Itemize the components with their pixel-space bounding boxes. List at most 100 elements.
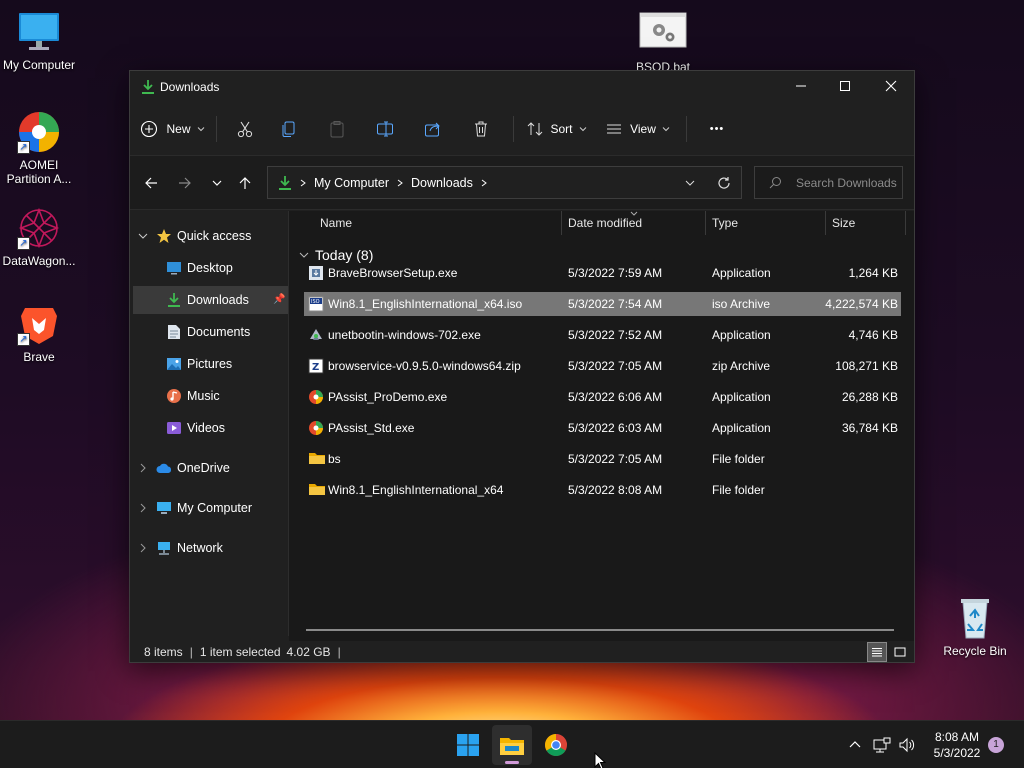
sidebar-item-my-computer[interactable]: My Computer <box>138 494 252 522</box>
desktop-icon-datawagon[interactable]: ↗ DataWagon... <box>0 206 78 268</box>
file-explorer-icon <box>500 738 524 755</box>
desktop-icon-bsod-bat[interactable]: BSOD.bat <box>624 12 702 74</box>
desktop-icon-my-computer[interactable]: My Computer <box>0 10 78 72</box>
sidebar-item-quick-access[interactable]: Quick access <box>138 222 251 250</box>
chevron-down-icon[interactable] <box>684 177 696 189</box>
taskbar-chrome[interactable] <box>536 725 576 765</box>
file-date-modified: 5/3/2022 7:05 AM <box>568 359 663 373</box>
delete-button[interactable] <box>457 112 505 146</box>
sidebar-item-label: Network <box>177 541 223 555</box>
desktop-icon-aomei[interactable]: ↗ AOMEI Partition A... <box>0 110 78 186</box>
table-row[interactable]: BraveBrowserSetup.exe 5/3/2022 7:59 AM App… <box>304 261 901 285</box>
column-header-name[interactable]: Name <box>320 211 352 235</box>
search-icon <box>769 177 781 189</box>
status-selected-count: 1 item selected <box>199 645 281 659</box>
new-button[interactable]: New <box>138 112 208 146</box>
sidebar-item-label: OneDrive <box>177 461 230 475</box>
sidebar-item-network[interactable]: Network <box>138 534 223 562</box>
maximize-button[interactable] <box>822 71 868 101</box>
table-row[interactable]: Zbrowservice-v0.9.5.0-windows64.zip 5/3/2… <box>304 354 901 378</box>
column-divider[interactable] <box>561 211 562 235</box>
table-row[interactable]: unetbootin-windows-702.exe 5/3/2022 7:52 … <box>304 323 901 347</box>
sidebar-item-pictures[interactable]: Pictures 📌 <box>166 350 318 378</box>
start-button[interactable] <box>448 725 488 765</box>
maximize-icon <box>840 81 850 91</box>
sidebar-item-music[interactable]: Music <box>166 382 220 410</box>
thumbnail-view-button[interactable] <box>890 642 910 662</box>
forward-button[interactable] <box>172 170 198 196</box>
search-input[interactable]: Search Downloads <box>754 166 903 199</box>
view-button[interactable]: View <box>598 112 678 146</box>
star-icon <box>156 228 172 244</box>
arrow-up-icon <box>239 177 251 189</box>
thumbnail-view-icon <box>894 647 906 657</box>
desktop-icon-recycle-bin[interactable]: Recycle Bin <box>936 596 1014 658</box>
view-list-icon <box>607 124 622 134</box>
sort-button[interactable]: Sort <box>522 112 592 146</box>
desktop-icon-brave[interactable]: ↗ Brave <box>0 302 78 364</box>
sidebar-item-label: Downloads <box>187 293 249 307</box>
downloads-icon <box>141 79 155 95</box>
table-row[interactable]: bs 5/3/2022 7:05 AM File folder <box>304 447 901 471</box>
sidebar-item-desktop[interactable]: Desktop 📌 <box>166 254 318 282</box>
table-row[interactable]: PAssist_ProDemo.exe 5/3/2022 6:06 AM Appli… <box>304 385 901 409</box>
show-hidden-icons-button[interactable] <box>845 735 865 755</box>
column-header-type[interactable]: Type <box>712 211 738 235</box>
taskbar-file-explorer[interactable] <box>492 725 532 765</box>
notification-badge[interactable]: 1 <box>988 737 1004 753</box>
chevron-right-icon <box>140 503 146 513</box>
title-bar[interactable]: Downloads <box>130 71 914 103</box>
sort-indicator-icon <box>630 211 638 216</box>
column-header-size[interactable]: Size <box>832 211 855 235</box>
start-icon <box>457 734 479 756</box>
passist-icon <box>308 389 324 405</box>
refresh-icon[interactable] <box>717 176 731 190</box>
sidebar-item-documents[interactable]: Documents 📌 <box>166 318 318 346</box>
clock-time: 8:08 AM <box>934 730 980 744</box>
horizontal-scrollbar[interactable] <box>306 629 894 631</box>
file-date-modified: 5/3/2022 6:06 AM <box>568 390 663 404</box>
share-button[interactable] <box>409 112 457 146</box>
table-row[interactable]: Win8.1_EnglishInternational_x64 5/3/2022 … <box>304 478 901 502</box>
chevron-down-icon <box>579 127 586 132</box>
batch-file-icon <box>639 12 687 56</box>
table-row[interactable]: ISO Win8.1_EnglishInternational_x64.iso 5/… <box>304 292 901 316</box>
zip-icon: Z <box>308 358 324 374</box>
volume-button[interactable] <box>897 735 917 755</box>
more-options-button[interactable]: ••• <box>695 112 739 146</box>
navigation-pane: Quick access Desktop 📌 Downloads 📌 Docum… <box>130 211 318 641</box>
clock[interactable]: 8:08 AM 5/3/2022 <box>926 729 988 761</box>
file-name: PAssist_ProDemo.exe <box>328 390 448 404</box>
table-row[interactable]: PAssist_Std.exe 5/3/2022 6:03 AM Applicati… <box>304 416 901 440</box>
chrome-icon <box>545 734 567 756</box>
cut-button[interactable] <box>225 112 265 146</box>
column-divider[interactable] <box>905 211 906 235</box>
up-button[interactable] <box>232 170 258 196</box>
file-type: Application <box>712 328 771 342</box>
column-divider[interactable] <box>705 211 706 235</box>
breadcrumb-my-computer[interactable]: My Computer <box>314 176 389 190</box>
address-bar[interactable]: My Computer Downloads <box>267 166 742 199</box>
sidebar-item-videos[interactable]: Videos <box>166 414 225 442</box>
copy-button[interactable] <box>265 112 313 146</box>
network-status-button[interactable] <box>872 735 892 755</box>
search-placeholder: Search Downloads <box>796 175 897 190</box>
chevron-down-icon <box>197 127 204 132</box>
sidebar-item-downloads[interactable]: Downloads 📌 <box>133 286 288 314</box>
sidebar-item-label: Desktop <box>187 261 233 275</box>
details-view-button[interactable] <box>867 642 887 662</box>
chevron-right-icon <box>140 463 146 473</box>
file-size: 4,222,574 KB <box>825 297 898 311</box>
minimize-button[interactable] <box>778 71 824 101</box>
toolbar-divider <box>686 116 687 142</box>
paste-button[interactable] <box>313 112 361 146</box>
passist-icon <box>308 420 324 436</box>
file-date-modified: 5/3/2022 8:08 AM <box>568 483 663 497</box>
column-divider[interactable] <box>825 211 826 235</box>
recent-locations-button[interactable] <box>204 170 230 196</box>
rename-button[interactable] <box>361 112 409 146</box>
breadcrumb-downloads[interactable]: Downloads <box>411 176 473 190</box>
close-button[interactable] <box>868 71 914 101</box>
sidebar-item-onedrive[interactable]: OneDrive <box>138 454 230 482</box>
back-button[interactable] <box>138 170 164 196</box>
